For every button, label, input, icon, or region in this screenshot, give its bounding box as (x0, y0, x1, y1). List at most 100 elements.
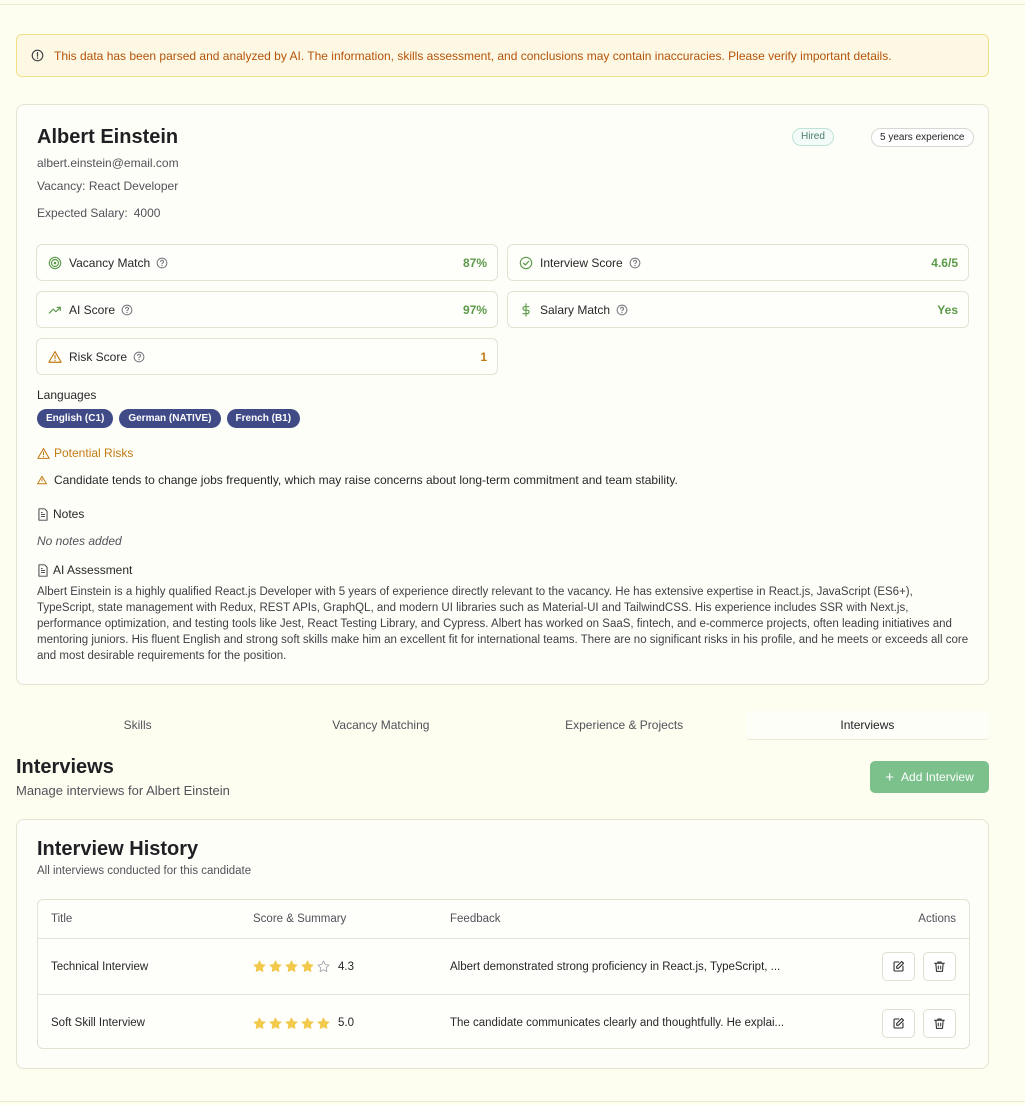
table-row: Technical Interview 4.3 Albert demonstra… (38, 939, 969, 995)
notes-title: Notes (53, 507, 85, 521)
status-badge: Hired (792, 128, 834, 146)
history-subtitle: All interviews conducted for this candid… (37, 865, 252, 877)
history-title: Interview History (37, 838, 199, 860)
metric-label: Interview Score (540, 255, 623, 270)
language-tags: English (C1) German (NATIVE) French (B1) (37, 409, 301, 428)
risk-text: Candidate tends to change jobs frequentl… (54, 473, 678, 487)
tab-experience-projects[interactable]: Experience & Projects (503, 711, 746, 740)
interview-title: Soft Skill Interview (51, 1017, 145, 1029)
ai-assessment-text: Albert Einstein is a highly qualified Re… (37, 586, 969, 662)
warning-icon (37, 475, 47, 485)
metric-label: Salary Match (540, 302, 611, 317)
metric-value: 87% (462, 255, 487, 270)
check-circle-icon (519, 256, 533, 270)
score-value: 4.3 (338, 960, 354, 973)
potential-risks-heading: Potential Risks (37, 446, 133, 460)
ai-assessment-heading: AI Assessment (37, 563, 132, 577)
star-filled-icon (285, 960, 298, 973)
star-filled-icon (253, 1017, 266, 1030)
trash-icon (934, 961, 945, 972)
profile-tabs: Skills Vacancy Matching Experience & Pro… (16, 711, 989, 740)
warning-icon (48, 350, 62, 364)
dollar-icon (519, 302, 533, 317)
ai-disclaimer-alert: This data has been parsed and analyzed b… (16, 34, 989, 77)
metric-salary-match: Salary Match Yes (507, 291, 969, 328)
tab-vacancy-matching[interactable]: Vacancy Matching (259, 711, 502, 740)
document-icon (38, 563, 48, 577)
metric-value: 97% (462, 302, 487, 317)
languages-title: Languages (37, 388, 97, 402)
ai-assessment-title: AI Assessment (53, 563, 133, 577)
experience-badge: 5 years experience (871, 128, 974, 147)
interviews-title: Interviews (16, 756, 114, 778)
interviews-table: Title Score & Summary Feedback Actions T… (37, 899, 970, 1049)
star-filled-icon (269, 960, 282, 973)
interview-title: Technical Interview (51, 960, 149, 973)
star-filled-icon (253, 960, 266, 973)
delete-button[interactable] (923, 1008, 956, 1038)
metric-risk-score: Risk Score 1 (36, 338, 498, 375)
warning-icon (37, 447, 50, 459)
salary-label: Expected Salary: (37, 206, 128, 220)
language-tag: English (C1) (37, 409, 114, 428)
tab-interviews[interactable]: Interviews (745, 711, 989, 740)
star-rating (253, 1017, 330, 1030)
metric-value: Yes (937, 302, 958, 317)
top-divider (0, 4, 1025, 5)
row-actions (874, 995, 956, 1048)
interview-score: 4.3 (253, 939, 354, 994)
notes-empty-text: No notes added (37, 534, 122, 548)
help-icon[interactable] (629, 257, 641, 269)
help-icon[interactable] (156, 257, 168, 269)
star-filled-icon (317, 1017, 330, 1030)
trending-up-icon (48, 303, 62, 317)
bottom-divider (0, 1101, 1025, 1102)
feedback-text: Albert demonstrated strong proficiency i… (450, 960, 781, 973)
notes-heading: Notes (37, 507, 84, 521)
target-icon (48, 256, 62, 270)
edit-button[interactable] (882, 952, 915, 981)
plus-icon: + (885, 768, 895, 786)
candidate-vacancy: Vacancy: React Developer (37, 179, 178, 193)
star-filled-icon (301, 960, 314, 973)
metric-value: 1 (480, 349, 487, 364)
column-header-score: Score & Summary (253, 913, 347, 925)
risks-title: Potential Risks (54, 446, 134, 460)
edit-icon (893, 960, 905, 972)
expected-salary: Expected Salary: 4000 (37, 206, 160, 220)
edit-icon (893, 1017, 905, 1028)
candidate-profile-card: Albert Einstein Hired 5 years experience… (16, 104, 989, 685)
metric-ai-score: AI Score 97% (36, 291, 498, 328)
add-interview-button[interactable]: + Add Interview (870, 761, 989, 793)
alert-text: This data has been parsed and analyzed b… (54, 48, 892, 63)
metric-value: 4.6/5 (931, 255, 958, 270)
add-interview-label: Add Interview (901, 770, 974, 784)
candidate-email: albert.einstein@email.com (37, 156, 179, 170)
salary-value: 4000 (133, 206, 161, 220)
star-filled-icon (301, 1017, 314, 1030)
delete-button[interactable] (923, 952, 956, 981)
metric-label: AI Score (69, 302, 116, 317)
language-tag: French (B1) (226, 409, 301, 428)
table-row: Soft Skill Interview 5.0 The candidate c… (38, 995, 969, 1048)
star-rating (253, 960, 330, 973)
interviews-subtitle: Manage interviews for Albert Einstein (16, 783, 230, 798)
interview-history-card: Interview History All interviews conduct… (16, 819, 989, 1069)
vacancy-label: Vacancy: (37, 179, 86, 193)
metric-label: Risk Score (69, 349, 128, 364)
help-icon[interactable] (616, 304, 628, 316)
vacancy-value: React Developer (88, 179, 179, 193)
interview-feedback: The candidate communicates clearly and t… (450, 995, 810, 1048)
help-icon[interactable] (121, 304, 133, 316)
feedback-text: The candidate communicates clearly and t… (450, 1017, 785, 1029)
score-value: 5.0 (338, 1017, 354, 1029)
tab-skills[interactable]: Skills (16, 711, 259, 740)
metric-label: Vacancy Match (69, 255, 151, 270)
column-header-title: Title (51, 913, 73, 925)
interview-feedback: Albert demonstrated strong proficiency i… (450, 939, 810, 994)
edit-button[interactable] (882, 1008, 915, 1038)
info-icon (31, 49, 44, 62)
row-actions (874, 939, 956, 994)
candidate-name: Albert Einstein (37, 126, 179, 148)
help-icon[interactable] (133, 351, 145, 363)
